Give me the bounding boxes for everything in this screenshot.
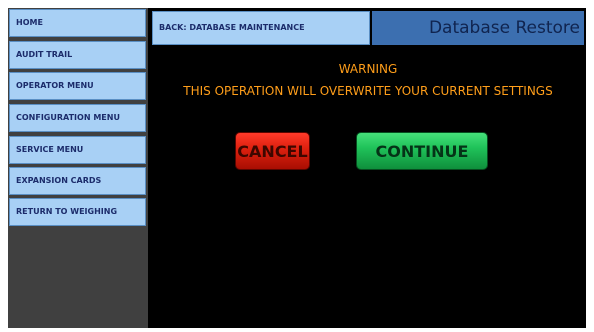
cancel-button[interactable]: CANCEL [235, 132, 310, 170]
warning-message: THIS OPERATION WILL OVERWRITE YOUR CURRE… [183, 84, 553, 98]
sidebar: HOME AUDIT TRAIL OPERATOR MENU CONFIGURA… [8, 8, 148, 328]
sidebar-item-audit-trail[interactable]: AUDIT TRAIL [9, 41, 146, 69]
sidebar-item-return-to-weighing[interactable]: RETURN TO WEIGHING [9, 198, 146, 226]
warning-title: WARNING [338, 62, 398, 76]
sidebar-item-operator-menu[interactable]: OPERATOR MENU [9, 72, 146, 100]
sidebar-item-configuration-menu[interactable]: CONFIGURATION MENU [9, 104, 146, 132]
main-panel: BACK: DATABASE MAINTENANCE Database Rest… [150, 8, 586, 328]
continue-button[interactable]: CONTINUE [356, 132, 488, 170]
sidebar-item-expansion-cards[interactable]: EXPANSION CARDS [9, 167, 146, 195]
back-button[interactable]: BACK: DATABASE MAINTENANCE [152, 11, 370, 45]
sidebar-item-home[interactable]: HOME [9, 9, 146, 37]
sidebar-item-service-menu[interactable]: SERVICE MENU [9, 136, 146, 164]
page-title: Database Restore [372, 11, 584, 45]
